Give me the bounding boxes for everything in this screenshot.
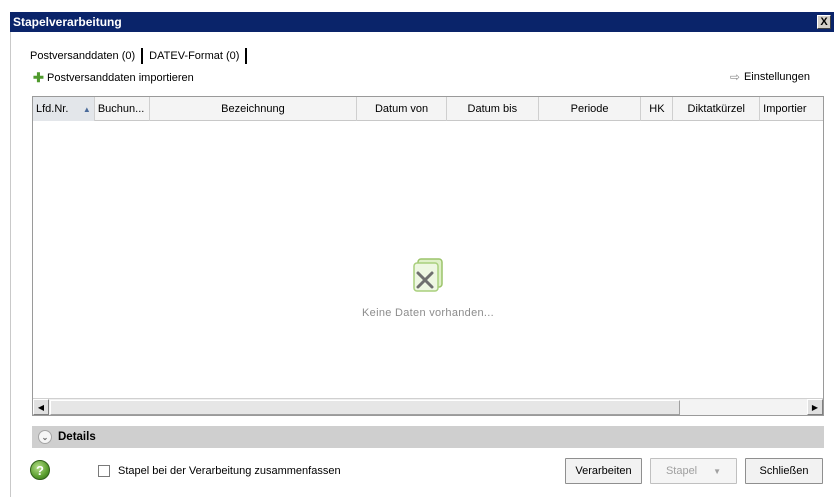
combine-batch-checkbox[interactable] (98, 465, 110, 477)
column-header-lfd-nr[interactable]: Lfd.Nr. ▲ (33, 97, 95, 121)
tab-divider (245, 48, 248, 64)
scrollbar-thumb[interactable] (50, 399, 680, 415)
no-data-icon (413, 258, 443, 292)
empty-state: Keine Daten vorhanden... (33, 255, 823, 319)
column-header-diktatkuerzel[interactable]: Diktatkürzel (673, 97, 761, 121)
column-header-buchung[interactable]: Buchun... (95, 97, 150, 121)
batch-dropdown-button[interactable]: Stapel ▼ (650, 458, 737, 484)
import-label: Postversanddaten importieren (47, 72, 194, 84)
arrow-right-icon: ⇨ (729, 70, 740, 84)
close-button[interactable]: Schließen (745, 458, 823, 484)
dropdown-arrow-icon: ▼ (713, 466, 722, 476)
column-header-periode[interactable]: Periode (539, 97, 642, 121)
details-label: Details (58, 431, 96, 443)
help-icon[interactable]: ? (30, 460, 50, 480)
combine-batch-option[interactable]: Stapel bei der Verarbeitung zusammenfass… (98, 465, 341, 477)
column-header-hk[interactable]: HK (641, 97, 674, 121)
column-header-importiert[interactable]: Importier (760, 97, 823, 121)
empty-state-text: Keine Daten vorhanden... (362, 307, 494, 319)
column-header-datum-von[interactable]: Datum von (357, 97, 447, 121)
window-title: Stapelverarbeitung (13, 15, 122, 29)
scrollbar-track[interactable] (680, 399, 807, 415)
tab-divider (141, 48, 144, 64)
horizontal-scrollbar[interactable]: ◀ ▶ (33, 398, 823, 415)
window-titlebar: Stapelverarbeitung X (10, 12, 834, 32)
tab-bar: Postversanddaten (0) DATEV-Format (0) (26, 48, 249, 64)
scroll-right-icon[interactable]: ▶ (807, 399, 823, 415)
settings-label: Einstellungen (743, 71, 810, 83)
chevron-down-icon: ⌄ (38, 430, 52, 444)
plus-icon: ✚ (33, 70, 44, 85)
close-icon[interactable]: X (817, 15, 831, 29)
grid-header: Lfd.Nr. ▲ Buchun... Bezeichnung Datum vo… (33, 97, 823, 121)
column-header-datum-bis[interactable]: Datum bis (447, 97, 539, 121)
combine-batch-label: Stapel bei der Verarbeitung zusammenfass… (118, 465, 341, 477)
column-header-bezeichnung[interactable]: Bezeichnung (150, 97, 358, 121)
tab-datev-format[interactable]: DATEV-Format (0) (145, 50, 243, 62)
sort-ascending-icon: ▲ (82, 104, 91, 114)
settings-link[interactable]: ⇨ Einstellungen (730, 70, 810, 84)
import-postversanddaten-link[interactable]: ✚ Postversanddaten importieren (33, 70, 194, 86)
tab-postversanddaten[interactable]: Postversanddaten (0) (26, 50, 139, 62)
data-grid: Lfd.Nr. ▲ Buchun... Bezeichnung Datum vo… (32, 96, 824, 416)
process-button[interactable]: Verarbeiten (565, 458, 642, 484)
details-expander[interactable]: ⌄ Details (32, 426, 824, 448)
scroll-left-icon[interactable]: ◀ (33, 399, 49, 415)
batch-button-label: Stapel (665, 465, 698, 477)
